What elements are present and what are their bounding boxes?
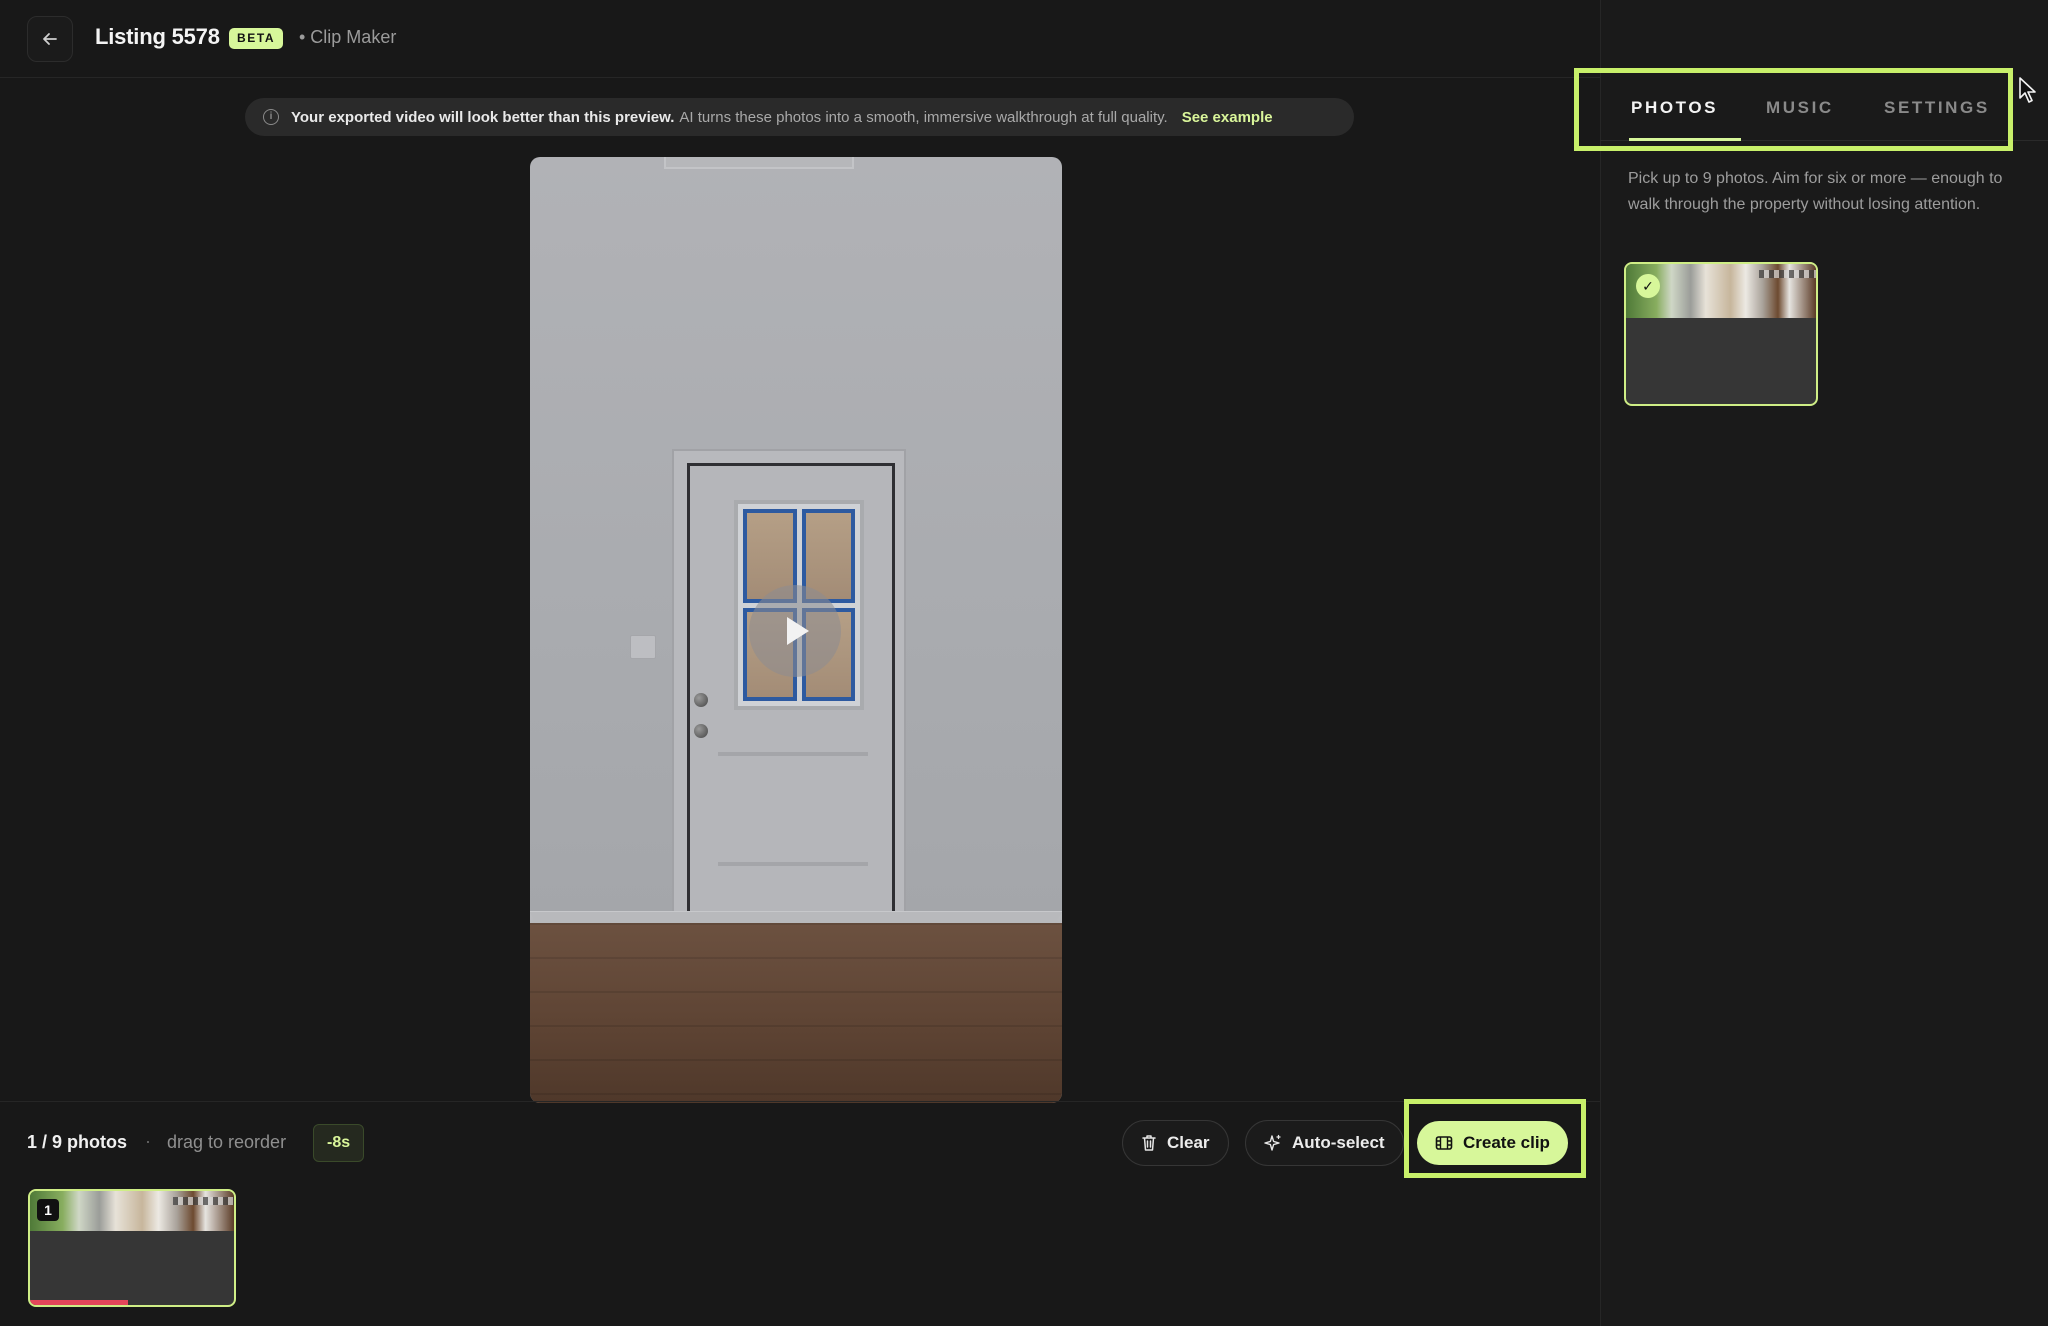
door-panel-line — [718, 752, 868, 756]
tab-photos[interactable]: PHOTOS — [1631, 98, 1718, 118]
clip-maker-app: Listing 5578 BETA • Clip Maker i Your ex… — [0, 0, 2048, 1326]
create-clip-label: Create clip — [1463, 1133, 1550, 1152]
breadcrumb: • Clip Maker — [299, 27, 397, 47]
photo-progress-fill — [30, 1300, 128, 1305]
door-panel-line — [718, 862, 868, 866]
banner-heading: Your exported video will look better tha… — [291, 108, 675, 126]
photo-order-badge: 1 — [37, 1199, 59, 1221]
selectable-photo[interactable]: ✓ — [1624, 262, 1818, 406]
video-preview[interactable] — [530, 157, 1062, 1103]
clear-label: Clear — [1167, 1133, 1210, 1152]
arrow-left-icon — [43, 33, 57, 45]
top-bar: Listing 5578 BETA • Clip Maker — [0, 0, 1600, 78]
timeline-photo-thumb[interactable]: 1 — [28, 1189, 236, 1307]
photo-count: 1 / 9 photos — [27, 1132, 128, 1152]
auto-select-label: Auto-select — [1292, 1133, 1385, 1152]
auto-select-button[interactable]: Auto-select — [1245, 1120, 1404, 1166]
sparkle-icon — [1264, 1134, 1281, 1151]
duration-badge: -8s — [313, 1124, 365, 1162]
preview-notice-banner: i Your exported video will look better t… — [245, 98, 1354, 136]
photo-thumbnail-image — [30, 1191, 234, 1231]
play-button[interactable] — [749, 585, 841, 677]
beta-badge: BETA — [229, 28, 284, 49]
film-icon — [1435, 1136, 1453, 1150]
preview-floor — [530, 923, 1062, 1103]
photo-selection-hint: Pick up to 9 photos. Aim for six or more… — [1628, 170, 2003, 213]
see-example-link[interactable]: See example — [1182, 109, 1273, 126]
page-title: Listing 5578 — [95, 24, 220, 49]
tab-settings[interactable]: SETTINGS — [1884, 98, 1990, 118]
tab-music[interactable]: MUSIC — [1766, 98, 1834, 118]
check-icon: ✓ — [1636, 274, 1660, 298]
banner-text: AI turns these photos into a smooth, imm… — [679, 108, 1168, 126]
preview-light-switch — [630, 635, 656, 659]
create-clip-button[interactable]: Create clip — [1417, 1121, 1568, 1165]
clear-button[interactable]: Clear — [1122, 1120, 1229, 1166]
drag-hint: drag to reorder — [167, 1132, 287, 1152]
info-icon: i — [263, 109, 279, 125]
back-button[interactable] — [27, 16, 73, 62]
active-tab-indicator — [1629, 138, 1741, 141]
photo-progress-track — [30, 1300, 234, 1305]
preview-ceiling-vent — [664, 157, 854, 169]
separator-dot: · — [145, 1131, 151, 1151]
door-knob — [694, 724, 708, 738]
trash-icon — [1142, 1135, 1156, 1151]
mouse-pointer-icon — [2019, 77, 2036, 103]
bottom-divider — [0, 1101, 1600, 1102]
door-deadbolt — [694, 693, 708, 707]
play-icon — [787, 617, 809, 645]
preview-door — [687, 463, 895, 925]
